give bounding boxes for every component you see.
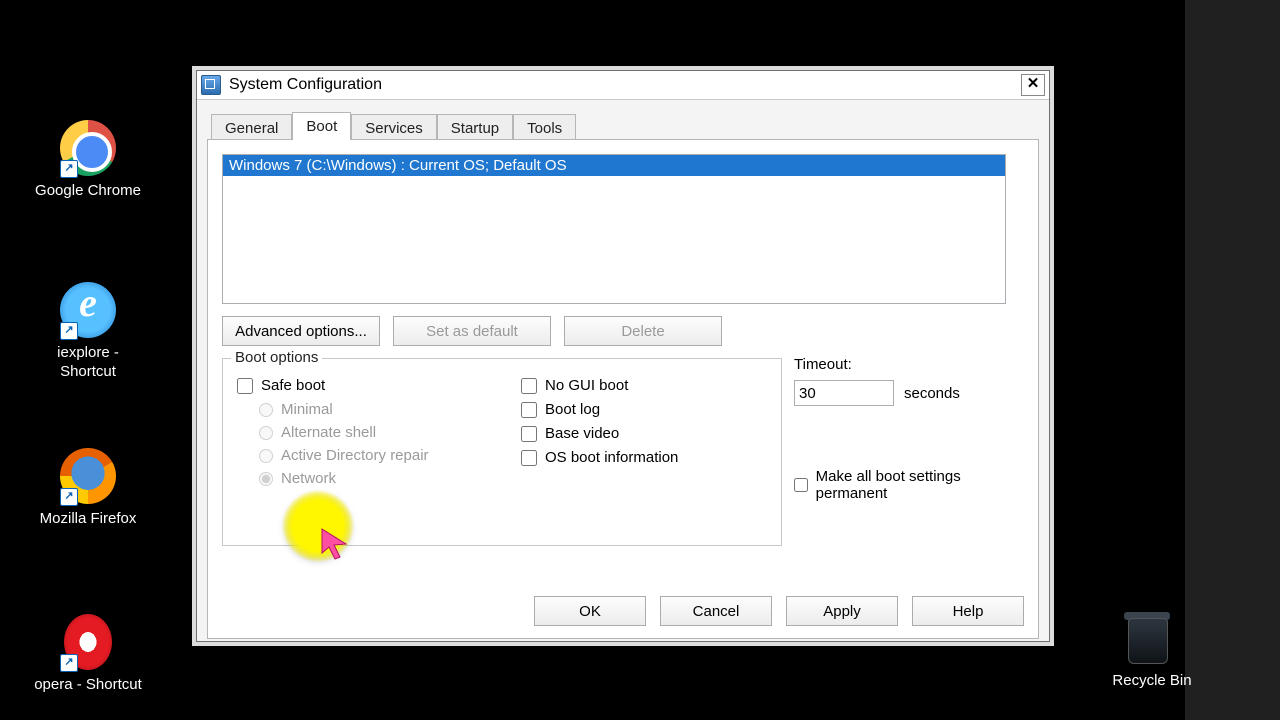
no-gui-input[interactable] — [521, 378, 537, 394]
network-radio[interactable]: Network — [259, 470, 429, 487]
desktop-icon-label: Recycle Bin — [1092, 672, 1212, 691]
set-as-default-button[interactable]: Set as default — [393, 316, 551, 346]
timeout-unit: seconds — [904, 385, 960, 402]
ad-repair-radio[interactable]: Active Directory repair — [259, 447, 429, 464]
recycle-bin-icon — [1124, 610, 1180, 666]
apply-button[interactable]: Apply — [786, 596, 898, 626]
base-video-input[interactable] — [521, 426, 537, 442]
boot-log-label: Boot log — [545, 401, 600, 418]
tabs: General Boot Services Startup Tools — [197, 108, 1049, 140]
boot-options-group: Boot options Safe boot Minimal Alternate… — [222, 358, 782, 546]
minimal-radio[interactable]: Minimal — [259, 401, 429, 418]
timeout-label: Timeout: — [794, 356, 852, 373]
desktop-icon-firefox[interactable]: ↗ Mozilla Firefox — [28, 448, 148, 529]
highlight-icon — [282, 490, 354, 562]
cancel-button[interactable]: Cancel — [660, 596, 772, 626]
desktop-icon-label: iexplore - Shortcut — [28, 344, 148, 382]
no-gui-boot-checkbox[interactable]: No GUI boot — [521, 377, 678, 394]
os-boot-info-checkbox[interactable]: OS boot information — [521, 449, 678, 466]
desktop-icon-label: Google Chrome — [28, 182, 148, 201]
no-gui-label: No GUI boot — [545, 377, 628, 394]
make-permanent-label: Make all boot settings permanent — [816, 468, 1004, 502]
tab-tools[interactable]: Tools — [513, 114, 576, 141]
desktop-icon-chrome[interactable]: ↗ Google Chrome — [28, 120, 148, 201]
desktop-icon-label: Mozilla Firefox — [28, 510, 148, 529]
alternate-shell-label: Alternate shell — [281, 424, 376, 441]
desktop-icon-label: opera - Shortcut — [28, 676, 148, 695]
tab-panel-boot: Windows 7 (C:\Windows) : Current OS; Def… — [207, 140, 1039, 639]
help-button[interactable]: Help — [912, 596, 1024, 626]
titlebar[interactable]: System Configuration ✕ — [197, 71, 1049, 100]
cursor-icon — [320, 527, 354, 561]
tab-services[interactable]: Services — [351, 114, 437, 141]
boot-log-checkbox[interactable]: Boot log — [521, 401, 678, 418]
shortcut-arrow-icon: ↗ — [60, 322, 78, 340]
shortcut-arrow-icon: ↗ — [60, 160, 78, 178]
minimal-input[interactable] — [259, 403, 273, 417]
alternate-shell-input[interactable] — [259, 426, 273, 440]
safe-boot-checkbox[interactable]: Safe boot — [237, 377, 429, 394]
timeout-input[interactable] — [794, 380, 894, 406]
close-button[interactable]: ✕ — [1021, 74, 1045, 96]
base-video-checkbox[interactable]: Base video — [521, 425, 678, 442]
safe-boot-label: Safe boot — [261, 377, 325, 394]
app-icon — [201, 75, 221, 95]
boot-log-input[interactable] — [521, 402, 537, 418]
system-configuration-dialog: System Configuration ✕ General Boot Serv… — [196, 70, 1050, 642]
network-label: Network — [281, 470, 336, 487]
shortcut-arrow-icon: ↗ — [60, 488, 78, 506]
safe-boot-input[interactable] — [237, 378, 253, 394]
boot-options-legend: Boot options — [231, 349, 322, 366]
os-boot-info-label: OS boot information — [545, 449, 678, 466]
desktop-icon-recyclebin[interactable]: Recycle Bin — [1092, 610, 1212, 691]
ad-repair-input[interactable] — [259, 449, 273, 463]
desktop-icon-ie[interactable]: ↗ iexplore - Shortcut — [28, 282, 148, 382]
base-video-label: Base video — [545, 425, 619, 442]
window-title: System Configuration — [229, 76, 382, 94]
desktop: ↗ Google Chrome ↗ iexplore - Shortcut ↗ … — [0, 0, 1185, 720]
advanced-options-button[interactable]: Advanced options... — [222, 316, 380, 346]
os-boot-info-input[interactable] — [521, 450, 537, 466]
delete-button[interactable]: Delete — [564, 316, 722, 346]
tab-general[interactable]: General — [211, 114, 292, 141]
make-permanent-checkbox[interactable]: Make all boot settings permanent — [794, 468, 1004, 502]
tab-boot[interactable]: Boot — [292, 112, 351, 140]
make-permanent-input[interactable] — [794, 477, 808, 493]
boot-entries-listbox[interactable]: Windows 7 (C:\Windows) : Current OS; Def… — [222, 154, 1006, 304]
network-input[interactable] — [259, 472, 273, 486]
ad-repair-label: Active Directory repair — [281, 447, 429, 464]
desktop-icon-opera[interactable]: ↗ opera - Shortcut — [28, 614, 148, 695]
boot-entry[interactable]: Windows 7 (C:\Windows) : Current OS; Def… — [223, 155, 1005, 176]
minimal-label: Minimal — [281, 401, 333, 418]
tab-startup[interactable]: Startup — [437, 114, 513, 141]
alternate-shell-radio[interactable]: Alternate shell — [259, 424, 429, 441]
ok-button[interactable]: OK — [534, 596, 646, 626]
shortcut-arrow-icon: ↗ — [60, 654, 78, 672]
